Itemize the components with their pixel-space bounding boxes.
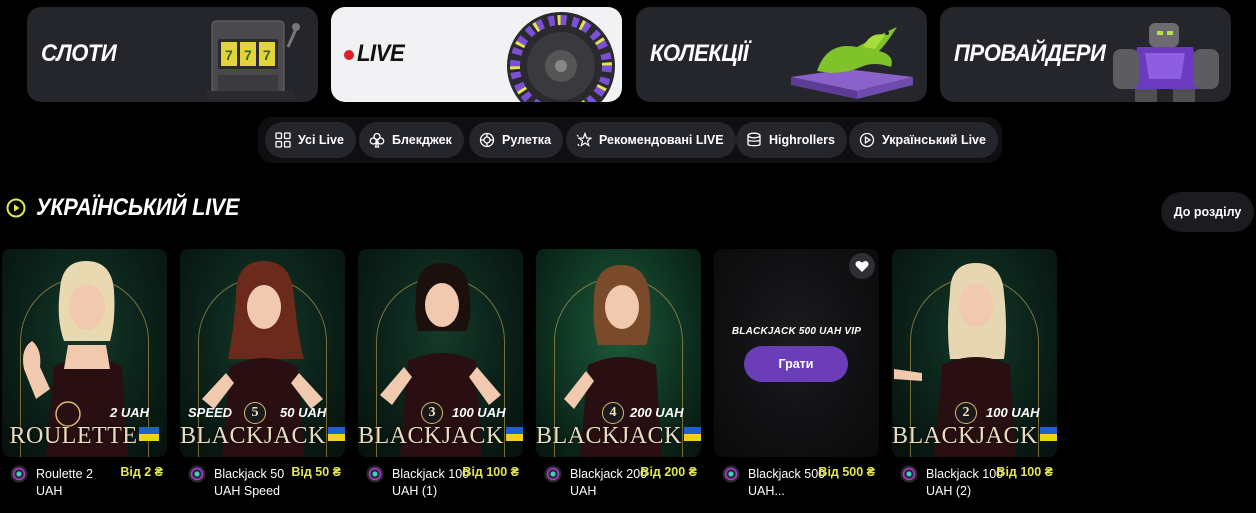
stake-prefix: SPEED [188,405,233,420]
provider-icon [722,465,740,483]
play-circle-icon [6,198,26,218]
stake-label: 2 UAH [110,405,150,420]
to-section-button[interactable]: До розділу [1161,192,1254,232]
filter-roulette[interactable]: Рулетка [469,122,564,158]
game-hover-title: BLACKJACK 500 UAH VIP [731,326,862,337]
min-bet: Від 2 ₴ [120,465,163,479]
provider-icon [544,465,562,483]
play-circle-icon [859,132,875,148]
provider-icon [366,465,384,483]
filter-recommended-live[interactable]: Рекомендовані LIVE [566,122,736,158]
game-meta: Blackjack 50 UAH Speed Від 50 ₴ [188,463,345,503]
game-title[interactable]: Blackjack 500 UAH... [748,466,828,500]
category-label: КОЛЕКЦІЇ [650,40,749,67]
golem-icon [1113,23,1219,102]
live-dot-icon [344,50,354,60]
category-collections[interactable]: КОЛЕКЦІЇ [636,7,927,102]
stake-label: 100 UAH [986,405,1040,420]
game-logo-text: BLACKJACK [536,423,701,450]
game-title[interactable]: Blackjack 50 UAH Speed [214,466,294,500]
filter-label: Highrollers [769,133,835,147]
game-logo-text: BLACKJACK [892,423,1057,450]
ukraine-flag-icon [139,427,160,441]
min-bet: Від 200 ₴ [640,465,697,479]
game-card: 2 100 UAH BLACKJACK Blackjack 100 UAH (2… [892,249,1057,513]
filter-blackjack[interactable]: Блекджек [359,122,464,158]
game-title[interactable]: Blackjack 200 UAH [570,466,650,500]
table-number-badge: 3 [421,402,443,424]
favorite-button[interactable] [849,253,875,279]
heart-icon [855,260,869,272]
svg-text:7: 7 [225,47,233,63]
ukraine-flag-icon [327,427,345,441]
game-card: BLACKJACK 500 UAH VIP Грати Blackjack 50… [714,249,879,513]
min-bet: Від 100 ₴ [462,465,519,479]
game-thumbnail[interactable]: 3 100 UAH BLACKJACK [358,249,523,457]
grid-icon [275,132,291,148]
game-meta: Roulette 2 UAH Від 2 ₴ [10,463,167,503]
filter-label: Усі Live [298,133,344,147]
game-meta: Blackjack 500 UAH... Від 500 ₴ [722,463,879,503]
table-number-badge: 4 [602,402,624,424]
game-logo-text: ROULETTE [2,423,167,450]
filter-label: Рекомендовані LIVE [599,133,724,147]
category-live[interactable]: LIVE [331,7,622,102]
stars-icon [576,132,592,147]
game-title[interactable]: Roulette 2 UAH [36,466,116,500]
roulette-icon [479,132,495,148]
game-logo-text: BLACKJACK [358,423,523,450]
table-number-badge: 5 [244,402,266,424]
game-thumbnail[interactable]: SPEED 5 50 UAH BLACKJACK [180,249,345,457]
filter-all-live[interactable]: Усі Live [265,122,356,158]
category-cards: СЛОТИ 7 7 7 LIVE КОЛЕКЦІЇ ПРОВАЙДЕРИ [27,7,1231,102]
provider-icon [188,465,206,483]
game-card: SPEED 5 50 UAH BLACKJACK Blackjack 50 UA… [180,249,345,513]
game-thumbnail[interactable]: BLACKJACK 500 UAH VIP Грати [714,249,879,457]
game-meta: Blackjack 200 UAH Від 200 ₴ [544,463,701,503]
game-thumbnail[interactable]: 2 UAH ROULETTE [2,249,167,457]
filter-label: Рулетка [502,133,552,147]
game-card: 3 100 UAH BLACKJACK Blackjack 100 UAH (1… [358,249,523,513]
roulette-wheel-icon [507,12,615,102]
game-title[interactable]: Blackjack 100 UAH (1) [392,466,472,500]
category-slots[interactable]: СЛОТИ 7 7 7 [27,7,318,102]
svg-text:7: 7 [244,47,252,63]
filter-bar: Усі Live Блекджек Рулетка Рекомендовані … [258,117,1002,163]
min-bet: Від 100 ₴ [996,465,1053,479]
play-button[interactable]: Грати [744,346,848,382]
dragon-book-icon [791,27,913,99]
ukraine-flag-icon [505,427,523,441]
ukraine-flag-icon [683,427,701,441]
game-meta: Blackjack 100 UAH (1) Від 100 ₴ [366,463,523,503]
category-label: СЛОТИ [41,40,117,67]
section-title: УКРАЇНСЬКИЙ LIVE [36,194,240,221]
game-title[interactable]: Blackjack 100 UAH (2) [926,466,1006,500]
filter-highrollers[interactable]: Highrollers [736,122,847,158]
clubs-icon [369,132,385,148]
game-thumbnail[interactable]: 4 200 UAH BLACKJACK [536,249,701,457]
table-number-badge: 2 [955,402,977,424]
slot-machine-icon: 7 7 7 [206,20,300,99]
category-label: ПРОВАЙДЕРИ [954,40,1106,67]
stake-label: 50 UAH [280,405,327,420]
game-card: 2 UAH ROULETTE Roulette 2 UAH Від 2 ₴ [2,249,167,513]
game-meta: Blackjack 100 UAH (2) Від 100 ₴ [900,463,1057,503]
stake-label: 200 UAH [630,405,684,420]
filter-label: Блекджек [392,133,452,147]
stake-label: 100 UAH [452,405,506,420]
coins-icon [747,132,761,147]
svg-text:7: 7 [263,47,271,63]
min-bet: Від 50 ₴ [291,465,341,479]
min-bet: Від 500 ₴ [818,465,875,479]
category-providers[interactable]: ПРОВАЙДЕРИ [940,7,1231,102]
game-card: 4 200 UAH BLACKJACK Blackjack 200 UAH Ві… [536,249,701,513]
provider-icon [10,465,28,483]
provider-icon [900,465,918,483]
ukraine-flag-icon [1039,427,1057,441]
category-label: LIVE [357,40,405,67]
game-logo-text: BLACKJACK [180,423,345,450]
filter-ukrainian-live[interactable]: Український Live [849,122,998,158]
filter-label: Український Live [882,133,986,147]
game-thumbnail[interactable]: 2 100 UAH BLACKJACK [892,249,1057,457]
